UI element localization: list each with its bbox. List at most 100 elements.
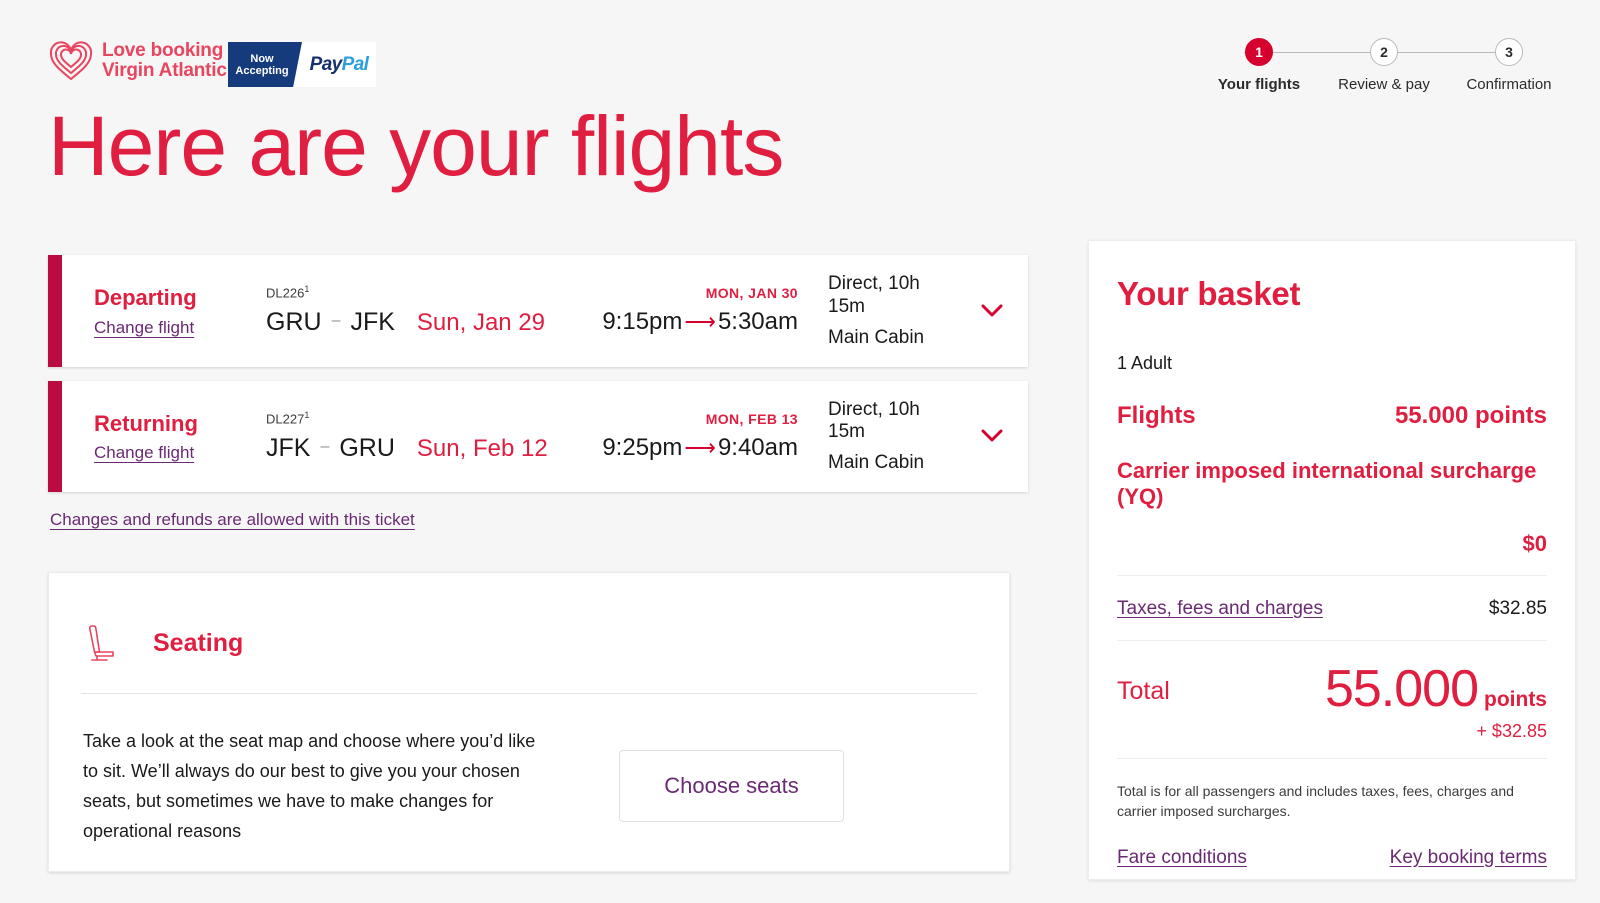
paypal-now-accepting: Now Accepting [228,42,302,87]
flight-number-text: DL226 [266,285,305,301]
stepper-label-2: Review & pay [1338,76,1430,93]
progress-stepper: 1 Your flights 2 Review & pay 3 Confirma… [1204,38,1564,102]
flight-duration-departing: Direct, 10h 15m [828,273,920,317]
basket-total-extra: + $32.85 [1476,720,1547,741]
basket-divider-1 [1117,574,1547,576]
arrive-time-departing: 5:30am [717,308,798,336]
flight-route-column: DL2271 JFK – GRU Sun, Feb 12 [266,410,566,463]
basket-surcharge-value: $0 [1522,530,1547,556]
basket-total-points: 55.000 points [1325,660,1547,718]
arrive-day-returning: MON, FEB 13 [705,410,798,427]
flight-direction-column: Returning Change flight [94,410,266,464]
route-dash-icon: – [331,312,341,330]
stepper-step-confirmation[interactable]: 3 Confirmation [1454,38,1564,93]
flight-route-column: DL2261 GRU – JFK Sun, Jan 29 [266,284,566,337]
flight-direction-label: Departing [94,285,197,311]
depart-time-departing: 9:15pm [602,308,683,336]
paypal-wordmark: Pay Pal [302,42,376,87]
basket-total-label: Total [1117,676,1170,705]
flight-number-footnote: 1 [304,284,310,295]
expand-flight-returning[interactable] [956,429,1028,443]
flight-info-column: Direct, 10h 15m Main Cabin [798,273,956,349]
booking-page: Love booking Virgin Atlantic Now Accepti… [0,0,1600,903]
flight-card-departing[interactable]: Departing Change flight DL2261 GRU – JFK… [48,255,1028,367]
origin-code-returning: JFK [266,433,311,462]
stepper-step-your-flights[interactable]: 1 Your flights [1204,38,1314,93]
seating-title: Seating [153,628,244,657]
flight-number-text: DL227 [266,411,305,427]
flights-list: Departing Change flight DL2261 GRU – JFK… [48,255,1028,530]
paypal-accepting-label: Accepting [235,64,289,77]
flight-direction-label: Returning [94,410,198,436]
basket-flights-label: Flights [1117,402,1196,429]
seating-card: Seating Take a look at the seat map and … [48,572,1010,872]
flight-duration-returning: Direct, 10h 15m [828,398,920,443]
basket-surcharge-label: Carrier imposed international surcharge … [1117,458,1537,510]
expand-flight-departing[interactable] [956,304,1028,318]
flight-accent-bar [48,380,62,493]
flight-number-footnote: 1 [304,409,310,420]
destination-code-returning: GRU [339,433,395,462]
airplane-seat-icon [88,625,114,661]
basket-links: Fare conditions Key booking terms [1117,847,1547,869]
basket-flights-row: Flights 55.000 points [1117,402,1547,430]
basket-total-points-value: 55.000 [1324,659,1479,718]
seating-description: Take a look at the seat map and choose w… [83,731,536,841]
changes-refunds-link[interactable]: Changes and refunds are allowed with thi… [50,510,415,530]
brand-line-1: Love booking [102,40,224,61]
brand-text: Love booking Virgin Atlantic [102,41,227,81]
flight-number-departing: DL2261 [266,284,566,301]
taxes-fees-value: $32.85 [1488,597,1547,619]
brand-lockup[interactable]: Love booking Virgin Atlantic [48,40,227,82]
flight-card-returning[interactable]: Returning Change flight DL2271 JFK – GRU… [48,380,1028,493]
basket-divider-2 [1117,639,1547,641]
depart-date-departing: Sun, Jan 29 [416,309,546,337]
page-title: Here are your flights [48,99,784,193]
taxes-fees-link[interactable]: Taxes, fees and charges [1117,598,1323,620]
choose-seats-button[interactable]: Choose seats [619,750,844,822]
flight-cabin-departing: Main Cabin [828,326,925,348]
stepper-number-1: 1 [1245,38,1273,66]
heart-logo-icon [49,41,93,81]
arrow-right-icon: ⟶ [684,309,716,335]
basket-taxes-row: Taxes, fees and charges $32.85 [1117,598,1547,620]
paypal-pal-text: Pal [341,53,369,75]
basket-title: Your basket [1117,275,1301,312]
stepper-step-review-pay[interactable]: 2 Review & pay [1329,38,1439,93]
stepper-number-3: 3 [1495,38,1523,66]
basket-total-points-unit: points [1484,687,1547,711]
fare-conditions-link[interactable]: Fare conditions [1117,847,1247,869]
page-header: Love booking Virgin Atlantic Now Accepti… [0,0,1600,110]
basket-fineprint: Total is for all passengers and includes… [1117,782,1514,819]
stepper-label-1: Your flights [1217,76,1301,93]
basket-panel: Your basket 1 Adult Flights 55.000 point… [1088,240,1576,880]
origin-code-departing: GRU [266,308,322,337]
change-flight-link-returning[interactable]: Change flight [94,443,194,463]
flight-direction-column: Departing Change flight [94,284,266,338]
key-booking-terms-link[interactable]: Key booking terms [1390,847,1547,869]
flight-info-column: Direct, 10h 15m Main Cabin [798,399,956,475]
paypal-now-label: Now [250,52,274,65]
paypal-pay-text: Pay [309,53,343,75]
flight-times-column: MON, FEB 13 9:25pm ⟶ 9:40am [566,411,798,462]
arrive-time-returning: 9:40am [717,433,798,461]
stepper-label-3: Confirmation [1466,76,1552,93]
depart-date-returning: Sun, Feb 12 [416,434,548,462]
arrow-right-icon: ⟶ [684,434,716,460]
flight-cabin-returning: Main Cabin [828,452,925,474]
arrive-day-departing: MON, JAN 30 [705,285,798,302]
chevron-down-icon [981,429,1003,442]
destination-code-departing: JFK [350,308,395,337]
flight-number-returning: DL2271 [266,410,566,427]
change-flight-link-departing[interactable]: Change flight [94,318,194,338]
depart-time-returning: 9:25pm [602,433,683,461]
route-dash-icon: – [320,437,330,455]
basket-divider-3 [1117,757,1547,759]
basket-flights-value: 55.000 points [1394,402,1547,429]
paypal-badge: Now Accepting Pay Pal [228,42,376,87]
basket-total-row: Total 55.000 points + $32.85 [1117,663,1547,742]
basket-passengers: 1 Adult [1117,353,1173,373]
stepper-number-2: 2 [1370,38,1398,66]
flight-accent-bar [48,255,62,367]
chevron-down-icon [981,304,1003,317]
